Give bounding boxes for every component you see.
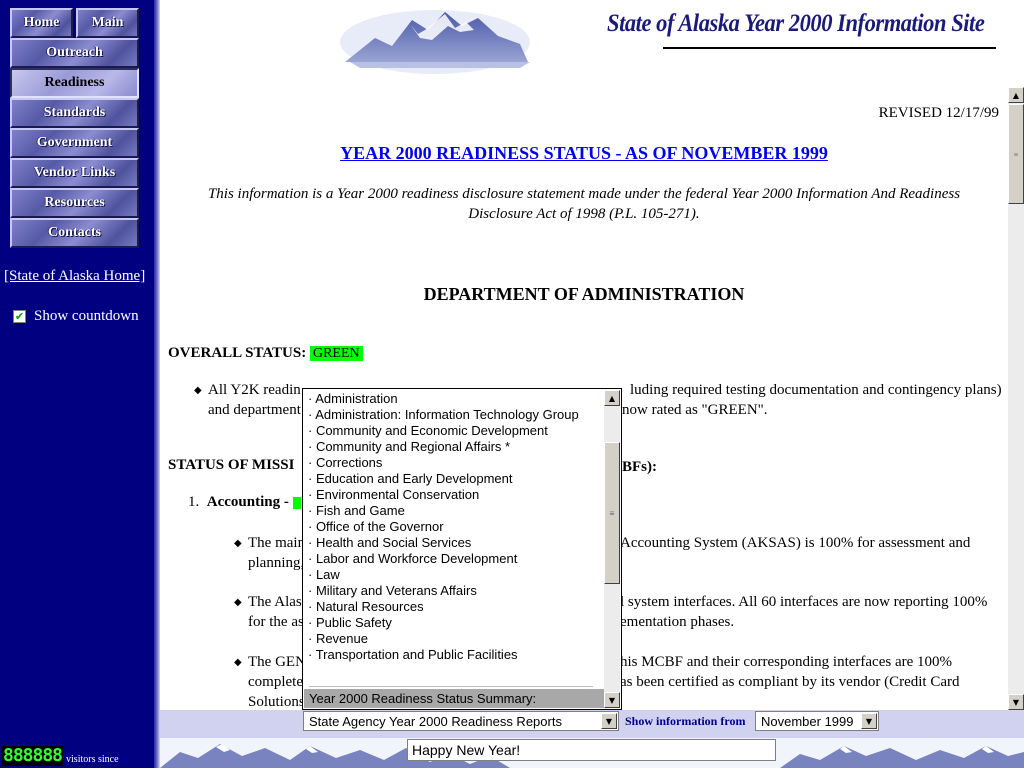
bullet-icon: ◆ [194, 385, 202, 396]
banner-underline [663, 47, 996, 49]
sub-bullet-3-line2-start: complete [248, 674, 303, 690]
dropdown-options: · Administration · Administration: Infor… [303, 391, 605, 663]
dropdown-arrow-icon[interactable]: ▼ [601, 713, 617, 729]
nav-button-vendor-links[interactable]: Vendor Links [10, 158, 139, 188]
dropdown-option[interactable]: · Fish and Game [303, 503, 605, 519]
dropdown-option[interactable]: · Administration: Information Technology… [303, 407, 605, 423]
mission-critical-heading-end: BFs): [622, 459, 657, 475]
dropdown-option[interactable]: · Transportation and Public Facilities [303, 647, 605, 663]
dropdown-scrollbar[interactable]: ▲ ≡ ▼ [604, 390, 620, 708]
sub-bullet-3-start: The GEN [248, 654, 306, 670]
disclosure-statement: This information is a Year 2000 readines… [207, 186, 961, 222]
scroll-down-arrow-icon[interactable]: ▼ [604, 692, 620, 708]
dropdown-option[interactable]: · Military and Veterans Affairs [303, 583, 605, 599]
left-navigation-panel: Home Main Outreach Readiness Standards G… [0, 0, 154, 768]
scroll-up-arrow-icon[interactable]: ▲ [604, 390, 620, 406]
bullet-icon: ◆ [234, 657, 242, 668]
scroll-up-arrow-icon[interactable]: ▲ [1008, 87, 1024, 103]
sub-bullet-2-start: The Alas [248, 594, 302, 610]
sub-bullet-1-end: Accounting System (AKSAS) is 100% for as… [620, 535, 971, 551]
dropdown-scrollbar-thumb[interactable]: ≡ [604, 442, 620, 584]
list-item: 1. Accounting - [188, 494, 302, 511]
dropdown-separator [309, 686, 593, 687]
revised-date: REVISED 12/17/99 [878, 105, 999, 121]
bullet-icon: ◆ [234, 538, 242, 549]
content-scrollbar[interactable]: ▲ ≡ ▼ [1008, 87, 1024, 710]
sub-bullet-3-line2-end: as been certified as compliant by its ve… [620, 674, 960, 690]
sub-bullet-3-end: his MCBF and their corresponding interfa… [620, 654, 952, 670]
checkbox-check-icon: ✔ [14, 310, 25, 323]
nav-button-standards[interactable]: Standards [10, 98, 139, 128]
sub-bullet-2-line2-end: ementation phases. [620, 614, 735, 630]
overall-bullet-line2-start: and department [208, 402, 301, 418]
overall-status-badge: GREEN [309, 346, 363, 361]
sub-bullet-3-line3: Solutions [248, 694, 305, 710]
show-countdown-option: ✔ Show countdown [13, 308, 139, 325]
show-information-from-label: Show information from [625, 714, 746, 728]
overall-bullet-text-end: luding required testing documentation an… [630, 382, 1002, 398]
nav-button-outreach[interactable]: Outreach [10, 38, 139, 68]
dropdown-option[interactable]: · Community and Economic Development [303, 423, 605, 439]
show-countdown-label: Show countdown [34, 308, 139, 324]
sub-bullet-1-line2: planning, [248, 555, 305, 571]
overall-bullet-line2-end: now rated as "GREEN". [622, 402, 768, 418]
dropdown-option[interactable]: · Administration [303, 391, 605, 407]
show-countdown-checkbox[interactable]: ✔ [13, 310, 26, 323]
dropdown-option[interactable]: · Education and Early Development [303, 471, 605, 487]
scroll-down-arrow-icon[interactable]: ▼ [1008, 694, 1024, 710]
dropdown-option[interactable]: · Revenue [303, 631, 605, 647]
report-type-select[interactable]: State Agency Year 2000 Readiness Reports… [303, 711, 619, 731]
sub-bullet-2-line2-start: for the as [248, 614, 304, 630]
dropdown-option[interactable]: · Law [303, 567, 605, 583]
sub-bullet-2-end: l system interfaces. All 60 interfaces a… [620, 594, 988, 610]
nav-button-resources[interactable]: Resources [10, 188, 139, 218]
dropdown-option[interactable]: · Corrections [303, 455, 605, 471]
dropdown-option[interactable]: · Community and Regional Affairs * [303, 439, 605, 455]
content-scrollbar-thumb[interactable]: ≡ [1008, 104, 1024, 204]
visitor-counter-digits: 888888 [2, 745, 63, 766]
site-title: State of Alaska Year 2000 Information Si… [607, 10, 985, 37]
page-title-link[interactable]: YEAR 2000 READINESS STATUS - AS OF NOVEM… [160, 143, 1008, 164]
nav-button-main[interactable]: Main [76, 8, 139, 38]
visitor-counter-label: visitors since [66, 754, 119, 765]
overall-bullet-text-start: All Y2K readin [208, 382, 301, 398]
sub-bullet-1-start: The main [248, 535, 306, 551]
nav-button-readiness[interactable]: Readiness [10, 68, 139, 98]
dropdown-option[interactable]: · Natural Resources [303, 599, 605, 615]
nav-button-home[interactable]: Home [10, 8, 73, 38]
bullet-icon: ◆ [234, 597, 242, 608]
mission-critical-heading: STATUS OF MISSI [168, 457, 295, 473]
nav-button-contacts[interactable]: Contacts [10, 218, 139, 248]
dropdown-option[interactable]: · Office of the Governor [303, 519, 605, 535]
dropdown-option[interactable]: · Health and Social Services [303, 535, 605, 551]
visitor-counter: 888888 visitors since [2, 746, 119, 766]
month-select[interactable]: November 1999 ▼ [755, 711, 879, 731]
overall-status-label: OVERALL STATUS: [168, 345, 307, 361]
state-of-alaska-home-link[interactable]: [State of Alaska Home] [4, 268, 145, 285]
department-heading: DEPARTMENT OF ADMINISTRATION [423, 284, 745, 304]
message-field[interactable]: Happy New Year! [407, 739, 776, 761]
overall-status: OVERALL STATUS: GREEN [168, 345, 363, 362]
dropdown-option-highlighted[interactable]: Year 2000 Readiness Status Summary: [304, 689, 605, 708]
dropdown-option[interactable]: · Public Safety [303, 615, 605, 631]
dropdown-option[interactable]: · Labor and Workforce Development [303, 551, 605, 567]
nav-button-government[interactable]: Government [10, 128, 139, 158]
dropdown-option[interactable]: · Environmental Conservation [303, 487, 605, 503]
report-dropdown-list[interactable]: · Administration · Administration: Infor… [302, 388, 622, 710]
dropdown-arrow-icon[interactable]: ▼ [861, 713, 877, 729]
site-banner: State of Alaska Year 2000 Information Si… [160, 0, 1024, 84]
